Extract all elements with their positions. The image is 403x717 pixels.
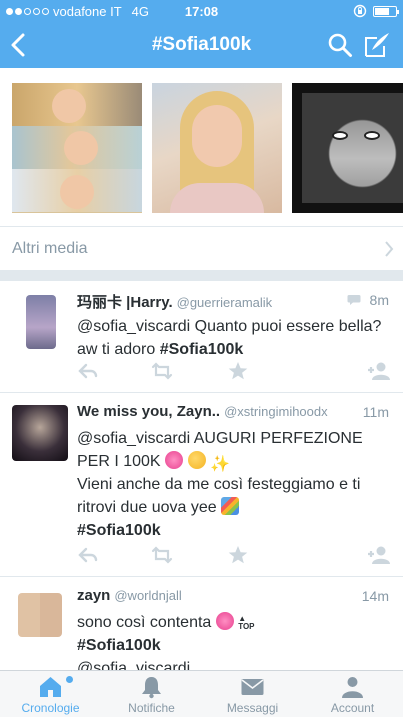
tab-label: Notifiche <box>128 701 175 715</box>
tab-messaggi[interactable]: Messaggi <box>202 671 303 717</box>
tweet-author-name[interactable]: 玛丽卡 |Harry. <box>77 294 173 311</box>
status-bar: vodafone IT 4G 17:08 <box>0 0 403 22</box>
envelope-icon <box>241 679 264 695</box>
notification-dot <box>66 676 73 683</box>
kiss-face-emoji-icon <box>187 451 206 469</box>
follow-user-icon[interactable] <box>367 361 391 381</box>
tweet-author-handle[interactable]: @guerrieramalik <box>177 295 273 310</box>
tab-label: Account <box>330 701 375 715</box>
tweet[interactable]: 玛丽卡 |Harry. @guerrieramalik 8m @sofia_vis… <box>0 281 403 393</box>
retweet-icon[interactable] <box>151 545 173 565</box>
tab-label: Messaggi <box>226 701 279 715</box>
sparkling-heart-emoji-icon <box>215 612 234 630</box>
tweet[interactable]: zayn @worldnjall 14m sono così contenta ▲… <box>0 577 403 670</box>
avatar[interactable] <box>18 593 62 637</box>
tweet[interactable]: We miss you, Zayn.. @xstringimihoodx 11m … <box>0 393 403 577</box>
bell-icon <box>142 677 161 699</box>
tweet-header: zayn @worldnjall 14m <box>77 587 389 607</box>
avatar[interactable] <box>12 405 68 461</box>
hashtag-link[interactable]: #Sofia100k <box>160 341 244 358</box>
reply-icon[interactable] <box>77 361 99 381</box>
tab-cronologie[interactable]: Cronologie <box>0 671 101 717</box>
battery-icon <box>373 5 399 17</box>
status-right <box>353 4 399 18</box>
sparkling-heart-emoji-icon <box>165 451 184 469</box>
status-time: 17:08 <box>184 4 219 19</box>
tweet-text-line: ritrovi due uova yee <box>77 499 217 516</box>
hashtag-link[interactable]: #Sofia100k <box>77 637 161 654</box>
tab-label: Cronologie <box>21 701 80 715</box>
avatar[interactable] <box>26 295 56 349</box>
rotation-lock-icon <box>353 4 367 18</box>
tweet-text-line: @sofia_viscardi AUGURI PERFEZIONE <box>77 430 363 447</box>
tweet-text-line: Vieni anche da me così festeggiamo e ti <box>77 476 361 493</box>
tweet-text-line: @sofia_viscardi <box>77 660 191 670</box>
tweet-text-line: aw ti adoro <box>77 341 160 358</box>
media-thumbnail[interactable] <box>152 83 282 213</box>
tweet-author-handle[interactable]: @worldnjall <box>114 588 181 603</box>
tweet-actions <box>77 361 391 383</box>
conversation-icon <box>347 295 361 305</box>
nav-bar: #Sofia100k <box>0 22 403 68</box>
tweet-text-line: PER I 100K <box>77 453 161 470</box>
tweet-list: 玛丽卡 |Harry. @guerrieramalik 8m @sofia_vis… <box>0 280 403 670</box>
tweet-author-name[interactable]: We miss you, Zayn.. <box>77 403 220 420</box>
chevron-right-icon <box>385 241 394 257</box>
tweet-text: sono così contenta ▲ TOP #Sofia100k @sofi… <box>77 611 389 670</box>
tweet-header: 玛丽卡 |Harry. @guerrieramalik 8m <box>77 291 389 311</box>
more-media-row[interactable]: Altri media <box>0 226 403 270</box>
follow-user-icon[interactable] <box>367 545 391 565</box>
tweet-actions <box>77 545 391 567</box>
retweet-icon[interactable] <box>151 361 173 381</box>
compose-icon[interactable] <box>363 31 391 59</box>
favorite-star-icon[interactable] <box>227 361 249 381</box>
top-arrow-emoji-icon: ▲ TOP <box>238 614 255 631</box>
favorite-star-icon[interactable] <box>227 545 249 565</box>
search-icon[interactable] <box>327 32 353 58</box>
tweet-text-line: sono così contenta <box>77 614 212 631</box>
media-thumbnail[interactable] <box>12 83 142 213</box>
tweet-text: @sofia_viscardi Quanto puoi essere bella… <box>77 315 389 361</box>
tweet-text-line: @sofia_viscardi Quanto puoi essere bella… <box>77 318 382 335</box>
tweet-author-name[interactable]: zayn <box>77 587 110 604</box>
hashtag-link[interactable]: #Sofia100k <box>77 522 161 539</box>
media-thumbnail[interactable] <box>292 83 403 213</box>
tweet-time: 11m <box>362 404 389 420</box>
home-icon <box>40 677 61 697</box>
tweet-time: 8m <box>369 292 389 308</box>
media-strip <box>0 68 403 226</box>
tab-notifiche[interactable]: Notifiche <box>101 671 202 717</box>
person-icon <box>342 677 363 698</box>
reply-icon[interactable] <box>77 545 99 565</box>
tab-account[interactable]: Account <box>302 671 403 717</box>
sparkles-emoji-icon: ✨ <box>209 456 230 473</box>
tweet-text: @sofia_viscardi AUGURI PERFEZIONE PER I … <box>77 427 389 542</box>
tweet-header: We miss you, Zayn.. @xstringimihoodx 11m <box>77 403 389 423</box>
tweet-author-handle[interactable]: @xstringimihoodx <box>224 404 328 419</box>
rainbow-emoji-icon <box>221 497 240 515</box>
tweet-time: 14m <box>361 588 389 604</box>
more-media-label: Altri media <box>12 240 88 257</box>
tab-bar: Cronologie Notifiche Messaggi Account <box>0 670 403 717</box>
